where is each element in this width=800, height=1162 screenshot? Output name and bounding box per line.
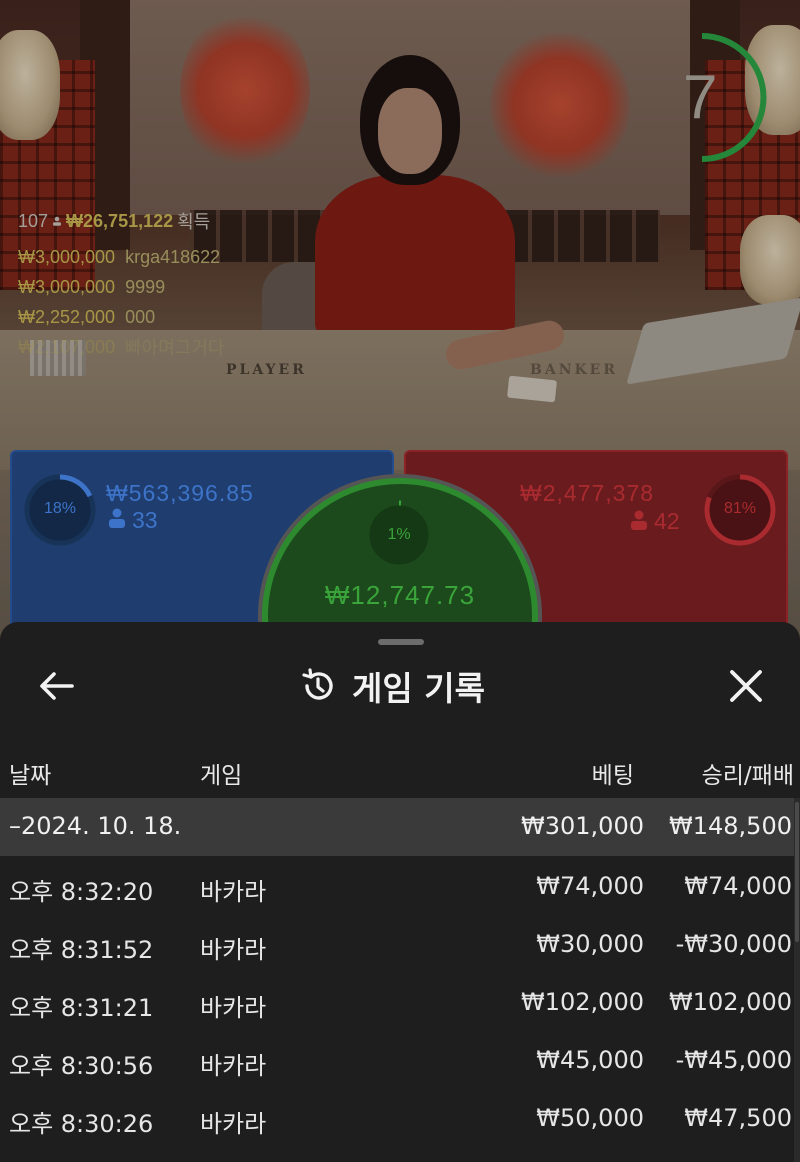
row-bet: ₩45,000 bbox=[536, 1046, 644, 1074]
column-game: 게임 bbox=[200, 763, 243, 789]
row-bet: ₩74,000 bbox=[536, 872, 644, 900]
winner-row: ₩2,252,000 000 bbox=[18, 302, 224, 332]
row-time: 오후 8:31:52 bbox=[9, 936, 154, 964]
table-row[interactable]: 오후 8:31:52 바카라 ₩30,000 -₩30,000 bbox=[0, 916, 800, 974]
row-time: 오후 8:32:20 bbox=[9, 878, 154, 906]
row-bet: ₩102,000 bbox=[521, 988, 644, 1016]
blossom-left bbox=[180, 10, 310, 170]
lantern-left bbox=[0, 30, 60, 140]
tie-percent: 1% bbox=[387, 526, 411, 543]
table-label-player: PLAYER bbox=[226, 362, 307, 378]
winner-amount: ₩3,000,000 bbox=[18, 276, 116, 297]
winner-row: ₩3,000,000 krga418622 bbox=[18, 242, 224, 272]
player-people-icon bbox=[109, 508, 125, 528]
table-row[interactable]: 오후 8:30:56 바카라 ₩45,000 -₩45,000 bbox=[0, 1032, 800, 1090]
winner-amount: ₩3,000,000 bbox=[18, 246, 116, 267]
banker-amount: ₩2,477,378 bbox=[520, 480, 655, 506]
player-count: 33 bbox=[132, 507, 158, 533]
game-history-sheet: 게임 기록 날짜 게임 베팅 승리/패배 –2024. 10. 18. ₩301… bbox=[0, 622, 800, 1162]
player-amount: ₩563,396.85 bbox=[106, 480, 254, 506]
close-icon[interactable] bbox=[724, 664, 768, 708]
row-result: ₩74,000 bbox=[684, 872, 792, 900]
dealer-body bbox=[315, 175, 515, 340]
winners-suffix: 획득 bbox=[177, 212, 211, 232]
table-label-banker: BANKER bbox=[530, 362, 618, 378]
date-group-row[interactable]: –2024. 10. 18. ₩301,000 ₩148,500 bbox=[0, 798, 800, 856]
history-rows: 오후 8:32:20 바카라 ₩74,000 ₩74,000 오후 8:31:5… bbox=[0, 858, 800, 1148]
row-bet: ₩30,000 bbox=[536, 930, 644, 958]
winner-user: krga418622 bbox=[125, 246, 221, 267]
table-row[interactable]: 오후 8:31:21 바카라 ₩102,000 ₩102,000 bbox=[0, 974, 800, 1032]
row-result: -₩30,000 bbox=[675, 930, 792, 958]
winner-row: ₩3,000,000 9999 bbox=[18, 272, 224, 302]
date-group-result: ₩148,500 bbox=[669, 812, 792, 840]
history-icon bbox=[302, 668, 333, 700]
winner-user: 빠아며그거다 bbox=[125, 338, 225, 358]
winner-user: 000 bbox=[125, 306, 156, 327]
date-group-label: –2024. 10. 18. bbox=[9, 812, 182, 840]
winners-total: ₩26,751,122 bbox=[66, 210, 174, 231]
row-game: 바카라 bbox=[200, 878, 267, 906]
banker-people-icon bbox=[631, 510, 647, 530]
sheet-title: 게임 기록 bbox=[352, 669, 485, 708]
table-row[interactable]: 오후 8:32:20 바카라 ₩74,000 ₩74,000 bbox=[0, 858, 800, 916]
row-time: 오후 8:30:26 bbox=[9, 1110, 154, 1138]
dealer-face bbox=[378, 88, 442, 174]
lantern-right-bottom bbox=[740, 215, 800, 305]
table-header: 날짜 게임 베팅 승리/패배 bbox=[0, 752, 800, 798]
player-percent: 18% bbox=[43, 500, 77, 517]
arrow-left-icon[interactable] bbox=[34, 664, 78, 708]
row-game: 바카라 bbox=[200, 936, 267, 964]
table-row[interactable]: 오후 8:30:26 바카라 ₩50,000 ₩47,500 bbox=[0, 1090, 800, 1148]
row-result: ₩47,500 bbox=[684, 1104, 792, 1132]
countdown-timer: 7 bbox=[683, 63, 718, 132]
row-time: 오후 8:31:21 bbox=[9, 994, 154, 1022]
row-time: 오후 8:30:56 bbox=[9, 1052, 154, 1080]
winner-amount: ₩2,107,000 bbox=[18, 336, 116, 357]
row-result: ₩102,000 bbox=[669, 988, 792, 1016]
winners-list: 107 ₩26,751,122 획득 ₩3,000,000 krga418622… bbox=[18, 208, 224, 362]
blossom-right bbox=[490, 30, 630, 180]
row-game: 바카라 bbox=[200, 994, 267, 1022]
winner-row: ₩2,107,000 빠아며그거다 bbox=[18, 332, 224, 362]
column-bet: 베팅 bbox=[591, 763, 634, 789]
winner-amount: ₩2,252,000 bbox=[18, 306, 116, 327]
banker-count: 42 bbox=[654, 508, 680, 534]
banker-percent: 81% bbox=[723, 500, 757, 517]
scrollbar-thumb[interactable] bbox=[795, 802, 799, 942]
row-result: -₩45,000 bbox=[675, 1046, 792, 1074]
person-icon bbox=[53, 216, 62, 226]
sheet-drag-handle[interactable] bbox=[378, 639, 424, 645]
date-group-bet: ₩301,000 bbox=[521, 812, 644, 840]
column-date: 날짜 bbox=[9, 763, 52, 789]
row-game: 바카라 bbox=[200, 1052, 267, 1080]
tie-amount: ₩12,747.73 bbox=[324, 580, 476, 610]
column-result: 승리/패배 bbox=[701, 763, 794, 789]
winner-user: 9999 bbox=[125, 276, 166, 297]
sheet-header: 게임 기록 bbox=[300, 662, 485, 710]
row-bet: ₩50,000 bbox=[536, 1104, 644, 1132]
winners-count: 107 bbox=[18, 210, 49, 231]
row-game: 바카라 bbox=[200, 1110, 267, 1138]
winners-header: 107 ₩26,751,122 획득 bbox=[18, 208, 224, 234]
